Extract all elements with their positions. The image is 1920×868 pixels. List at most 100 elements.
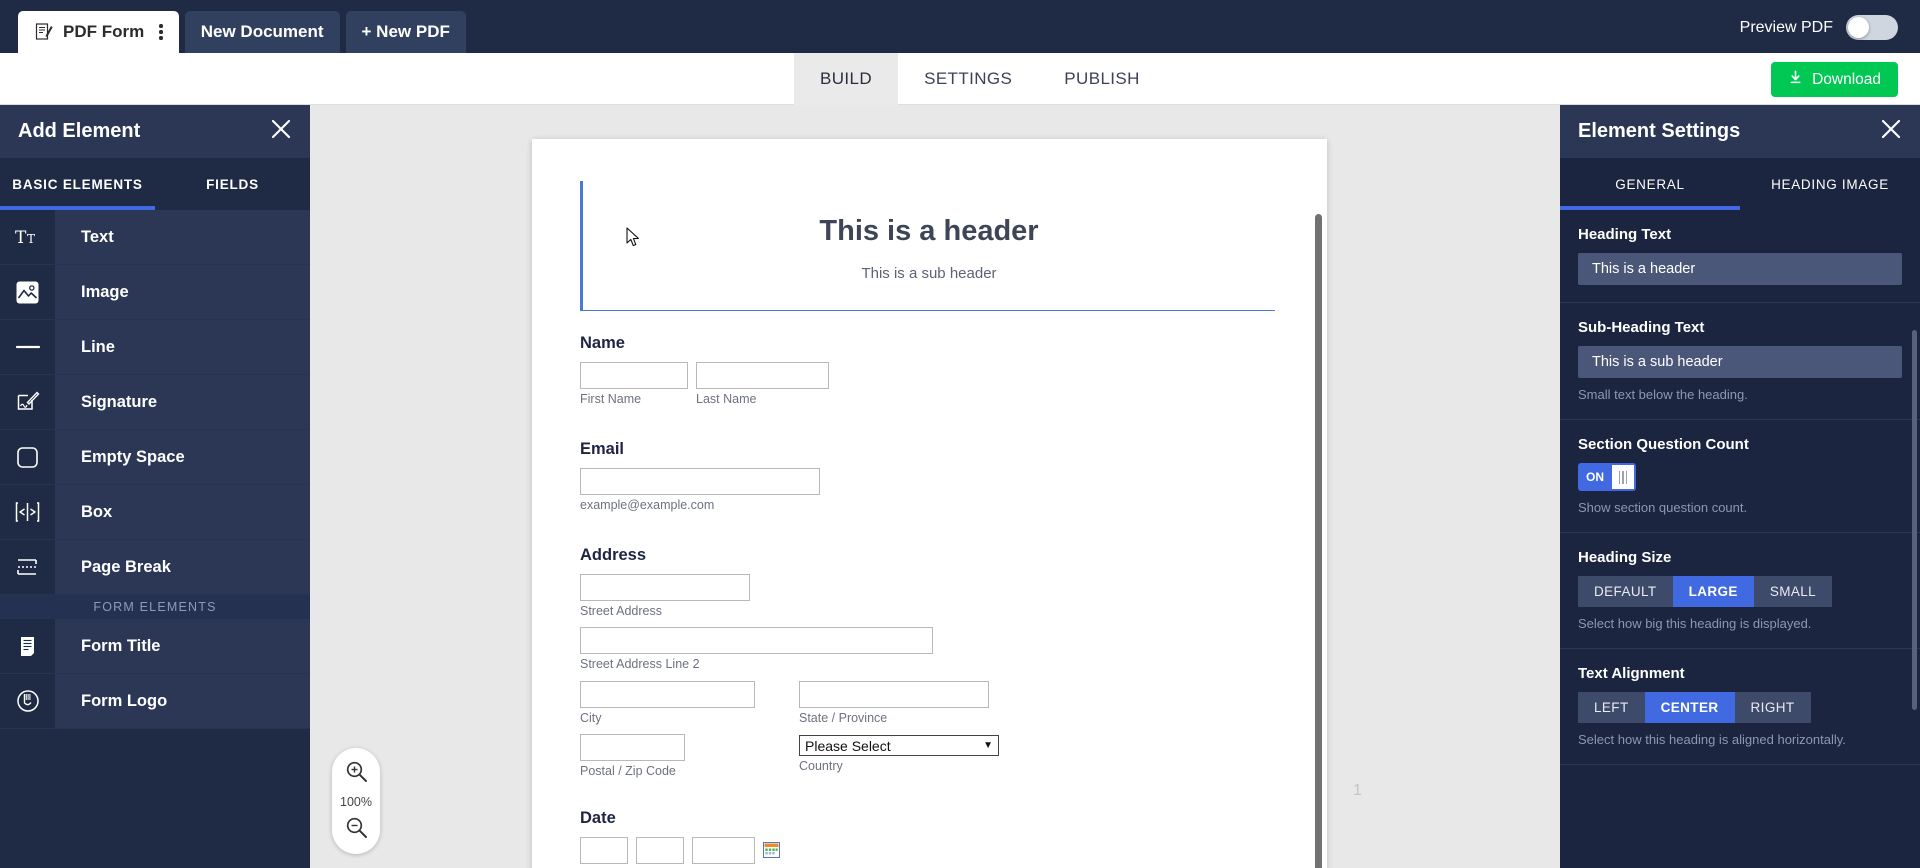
tab-publish[interactable]: PUBLISH <box>1038 53 1166 105</box>
calendar-icon[interactable] <box>763 841 780 858</box>
field-label: Date <box>580 809 1322 828</box>
segment-label: LEFT <box>1594 700 1629 715</box>
element-item-line[interactable]: Line <box>0 320 310 375</box>
city-group: City <box>580 681 755 725</box>
tab-build[interactable]: BUILD <box>794 53 898 105</box>
download-label: Download <box>1812 71 1881 89</box>
heading-size-option-small[interactable]: SMALL <box>1754 576 1832 607</box>
tab-heading-image[interactable]: HEADING IMAGE <box>1740 158 1920 210</box>
date-month-input[interactable] <box>580 837 628 864</box>
street-address-2-input[interactable] <box>580 627 933 654</box>
header-element[interactable]: This is a header This is a sub header <box>580 181 1275 311</box>
line-icon <box>0 320 55 374</box>
form-field-address[interactable]: Address Street Address Street Address Li… <box>580 546 1322 778</box>
field-label: Address <box>580 546 1322 565</box>
form-field-name[interactable]: Name First Name Last Name <box>580 334 1322 406</box>
signature-icon <box>0 375 55 429</box>
add-element-panel: Add Element BASIC ELEMENTS FIELDS T <box>0 105 310 868</box>
setting-section-question-count: Section Question Count ON Show section q… <box>1560 420 1920 533</box>
state-province-input[interactable] <box>799 681 989 708</box>
svg-text:T: T <box>15 228 27 247</box>
form-field-email[interactable]: Email example@example.com <box>580 440 1322 512</box>
element-item-signature[interactable]: Signature <box>0 375 310 430</box>
zoom-in-icon[interactable] <box>345 760 368 788</box>
street-address-input[interactable] <box>580 574 750 601</box>
element-item-image[interactable]: Image <box>0 265 310 320</box>
element-list: T T Text Image <box>0 210 310 868</box>
page-number-indicator: 1 <box>1353 782 1362 800</box>
svg-text:T: T <box>27 232 35 246</box>
segment-label: RIGHT <box>1751 700 1795 715</box>
element-item-label: Empty Space <box>55 430 310 484</box>
country-select[interactable]: Please Select ▼ <box>799 735 999 756</box>
heading-text-input[interactable]: This is a header <box>1578 253 1902 285</box>
field-sublabel: example@example.com <box>580 498 1322 512</box>
zoom-out-icon[interactable] <box>345 816 368 844</box>
tab-settings[interactable]: SETTINGS <box>898 53 1038 105</box>
country-group: Please Select ▼ Country <box>799 735 999 773</box>
heading-size-option-default[interactable]: DEFAULT <box>1578 576 1673 607</box>
preview-pdf-control: Preview PDF <box>1740 15 1898 40</box>
first-name-input[interactable] <box>580 362 688 389</box>
form-field-date[interactable]: Date <box>580 809 1322 864</box>
page-break-icon <box>0 540 55 594</box>
element-item-page-break[interactable]: Page Break <box>0 540 310 595</box>
settings-scrollbar[interactable] <box>1912 330 1917 710</box>
date-year-input[interactable] <box>692 837 755 864</box>
field-sublabel: Street Address Line 2 <box>580 657 1322 671</box>
close-icon[interactable] <box>1880 118 1902 145</box>
last-name-input[interactable] <box>696 362 829 389</box>
email-input[interactable] <box>580 468 820 495</box>
tab-fields[interactable]: FIELDS <box>155 158 310 210</box>
section-question-count-toggle[interactable]: ON <box>1578 463 1636 491</box>
setting-label: Section Question Count <box>1578 436 1902 453</box>
pdf-page-content: This is a header This is a sub header Na… <box>580 181 1322 868</box>
field-sublabel: Country <box>799 759 999 773</box>
mouse-cursor <box>626 227 641 253</box>
close-icon[interactable] <box>270 118 292 145</box>
pdf-canvas[interactable]: 1 This is a header This is a sub header … <box>310 105 1560 868</box>
download-icon <box>1788 70 1803 90</box>
element-item-text[interactable]: T T Text <box>0 210 310 265</box>
text-alignment-segmented-control: LEFT CENTER RIGHT <box>1578 692 1902 723</box>
element-item-box[interactable]: Box <box>0 485 310 540</box>
document-tab-pdf-form[interactable]: PDF Form <box>18 11 179 53</box>
text-alignment-option-center[interactable]: CENTER <box>1645 692 1735 723</box>
field-label: Name <box>580 334 1322 353</box>
element-item-form-title[interactable]: Form Title <box>0 619 310 674</box>
text-alignment-option-left[interactable]: LEFT <box>1578 692 1645 723</box>
element-item-label: Image <box>55 265 310 319</box>
pdf-page[interactable]: This is a header This is a sub header Na… <box>532 139 1327 868</box>
state-country-column: State / Province Please Select ▼ Country <box>799 681 999 778</box>
toggle-state-label: ON <box>1578 470 1612 484</box>
box-icon <box>0 485 55 539</box>
tab-general[interactable]: GENERAL <box>1560 158 1740 210</box>
new-pdf-button[interactable]: + New PDF <box>346 11 466 53</box>
empty-space-icon <box>0 430 55 484</box>
element-item-label: Line <box>55 320 310 374</box>
date-day-input[interactable] <box>636 837 684 864</box>
form-elements-group-label: FORM ELEMENTS <box>0 595 310 619</box>
heading-size-option-large[interactable]: LARGE <box>1673 576 1754 607</box>
tab-publish-label: PUBLISH <box>1064 69 1140 89</box>
city-input[interactable] <box>580 681 755 708</box>
zoom-level-label: 100% <box>340 795 372 809</box>
document-tab-menu-icon[interactable] <box>159 24 163 40</box>
element-settings-header: Element Settings <box>1560 105 1920 158</box>
element-item-label: Form Title <box>55 619 310 673</box>
sub-heading-text-input[interactable]: This is a sub header <box>1578 346 1902 378</box>
document-tab-new-document[interactable]: New Document <box>185 11 340 53</box>
tab-basic-elements[interactable]: BASIC ELEMENTS <box>0 158 155 210</box>
new-pdf-label: + New PDF <box>362 22 450 42</box>
element-item-label: Page Break <box>55 540 310 594</box>
city-zip-column: City Postal / Zip Code <box>580 681 755 778</box>
postal-code-input[interactable] <box>580 734 685 761</box>
preview-pdf-toggle[interactable] <box>1846 15 1898 40</box>
download-button[interactable]: Download <box>1771 62 1898 97</box>
text-alignment-option-right[interactable]: RIGHT <box>1735 692 1811 723</box>
nav-tab-group: BUILD SETTINGS PUBLISH <box>794 53 1166 105</box>
tab-heading-image-label: HEADING IMAGE <box>1771 177 1889 192</box>
element-item-form-logo[interactable]: Form Logo <box>0 674 310 729</box>
element-item-empty-space[interactable]: Empty Space <box>0 430 310 485</box>
element-settings-panel: Element Settings GENERAL HEADING IMAGE H… <box>1560 105 1920 868</box>
